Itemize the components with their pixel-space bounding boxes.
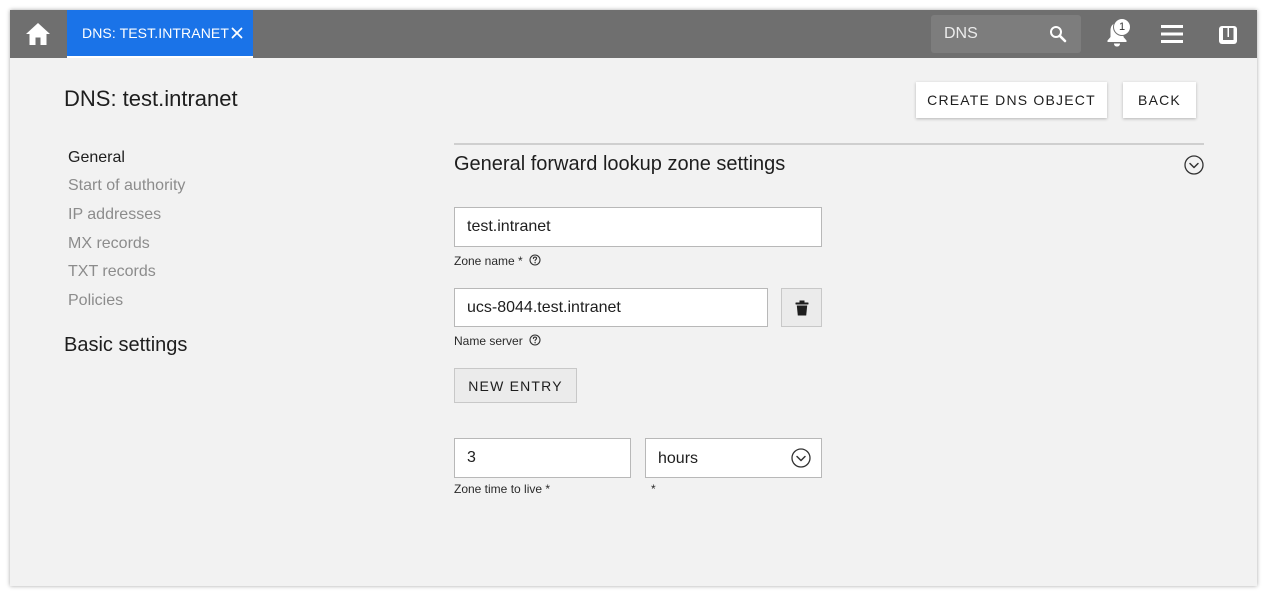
- top-bar: DNS: TEST.INTRANET 1: [10, 10, 1257, 58]
- ttl-unit-value: hours: [658, 450, 699, 467]
- zone-ttl-label: Zone time to live *: [454, 482, 551, 496]
- search-box: [931, 15, 1081, 53]
- section-title: General forward lookup zone settings: [454, 153, 786, 175]
- search-input[interactable]: [931, 15, 1041, 53]
- chevron-down-icon: [791, 448, 811, 468]
- zone-name-label: Zone name *: [454, 254, 523, 268]
- close-icon[interactable]: [229, 25, 245, 41]
- section-divider: [454, 143, 1204, 145]
- name-server-input[interactable]: [454, 288, 768, 327]
- sidebar-item-mx-records[interactable]: MX records: [68, 235, 150, 253]
- name-server-label-row: Name server: [454, 334, 541, 348]
- help-icon[interactable]: [529, 254, 541, 266]
- zone-name-input[interactable]: [454, 207, 822, 247]
- create-dns-object-button[interactable]: CREATE DNS OBJECT: [916, 82, 1107, 118]
- sidebar-item-policies[interactable]: Policies: [68, 292, 123, 310]
- sidebar-item-txt-records[interactable]: TXT records: [68, 263, 156, 281]
- page-title: DNS: test.intranet: [64, 86, 238, 111]
- trash-icon: [795, 300, 808, 315]
- sidebar-item-ip-addresses[interactable]: IP addresses: [68, 206, 161, 224]
- back-button[interactable]: BACK: [1123, 82, 1196, 118]
- app-window: DNS: TEST.INTRANET 1: [10, 10, 1257, 586]
- search-icon[interactable]: [1049, 25, 1067, 43]
- ttl-unit-select[interactable]: hours: [645, 438, 822, 478]
- sidebar-item-start-of-authority[interactable]: Start of authority: [68, 177, 185, 195]
- tab-label: DNS: TEST.INTRANET: [82, 25, 230, 41]
- home-icon: [26, 23, 50, 45]
- home-button[interactable]: [10, 10, 66, 58]
- new-entry-button[interactable]: NEW ENTRY: [454, 368, 577, 403]
- delete-name-server-button[interactable]: [781, 288, 822, 327]
- zone-ttl-input[interactable]: [454, 438, 631, 478]
- tab-dns-zone[interactable]: DNS: TEST.INTRANET: [67, 10, 253, 58]
- name-server-label: Name server: [454, 334, 523, 348]
- sidebar-heading-basic-settings[interactable]: Basic settings: [64, 334, 187, 357]
- univention-icon[interactable]: [1217, 24, 1239, 46]
- zone-name-label-row: Zone name *: [454, 254, 541, 268]
- notification-badge: 1: [1113, 18, 1131, 36]
- menu-icon[interactable]: [1161, 24, 1183, 44]
- help-icon[interactable]: [529, 334, 541, 346]
- sidebar-item-general[interactable]: General: [68, 149, 125, 167]
- collapse-section-icon[interactable]: [1184, 155, 1204, 175]
- ttl-unit-label: *: [651, 482, 656, 496]
